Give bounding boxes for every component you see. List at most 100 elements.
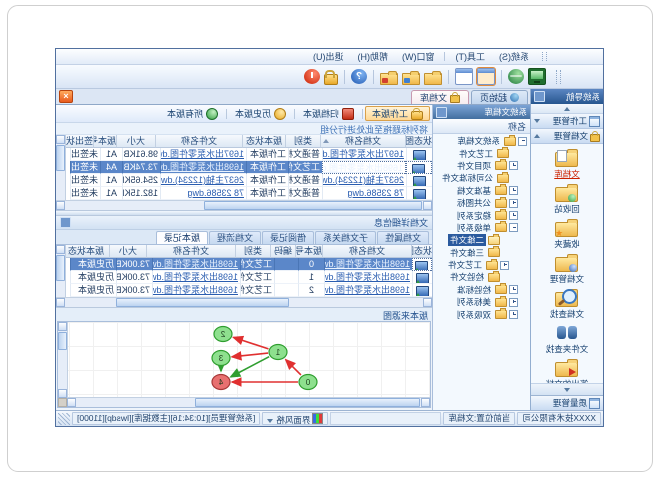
document-link[interactable]: 1698出水泵零件图.dwg xyxy=(324,259,410,269)
status-style-picker[interactable]: 界面风格 xyxy=(262,412,328,425)
table-row[interactable]: 1698出水泵零件图.dwg0工艺文件1698出水泵零件图.dwg73.00KB… xyxy=(65,258,432,271)
nav-item-文件夹查找[interactable]: 文件夹查找 xyxy=(531,323,603,355)
globe-icon[interactable] xyxy=(508,69,524,84)
expand-icon[interactable] xyxy=(509,298,518,307)
document-link[interactable]: 1698出水泵零件图.dwg xyxy=(322,163,403,173)
nav-item-文档管理[interactable]: 文档管理 xyxy=(531,253,603,285)
panel-pressed-icon[interactable] xyxy=(477,68,495,85)
filter-归档版本[interactable]: 归档版本 xyxy=(297,107,360,120)
column-header[interactable]: 文档名称 xyxy=(322,245,411,258)
version-node-4[interactable]: 4 xyxy=(212,375,230,390)
scroll-up-arrow[interactable] xyxy=(56,135,65,144)
menu-item[interactable]: 帮助(H) xyxy=(351,49,396,64)
expand-icon[interactable] xyxy=(500,261,509,270)
document-link[interactable]: 1698出水泵零件图.dwg xyxy=(160,162,244,172)
collapse-icon[interactable] xyxy=(518,137,527,146)
document-link[interactable]: 2637主轴(12234).dwg xyxy=(160,175,244,185)
tab-文档库[interactable]: 文档库 xyxy=(411,90,469,104)
tree-item[interactable]: 基准文档 xyxy=(433,185,530,197)
tab-close-button[interactable]: × xyxy=(59,90,73,103)
tree-item[interactable]: 公司标准文件 xyxy=(433,172,530,184)
collapse-icon[interactable] xyxy=(509,223,518,232)
horizontal-scrollbar[interactable] xyxy=(56,200,432,210)
folder-yellow-icon[interactable] xyxy=(424,73,442,85)
column-header[interactable]: 版本状态 xyxy=(62,245,109,258)
scroll-left-arrow[interactable] xyxy=(423,298,432,307)
pin-icon[interactable] xyxy=(534,91,545,102)
tab-文档属性[interactable]: 文档属性 xyxy=(377,231,429,244)
tree-item[interactable]: 稳定系列 xyxy=(433,209,530,221)
column-header[interactable]: 大小 xyxy=(109,245,146,258)
scroll-up-arrow[interactable] xyxy=(56,245,65,254)
scroll-thumb[interactable] xyxy=(56,145,65,171)
document-link[interactable]: 1698出水泵零件图.dwg xyxy=(152,285,238,295)
nav-item-文档查找[interactable]: 文档查找 xyxy=(531,288,603,320)
filter-历史版本[interactable]: 历史版本 xyxy=(229,107,292,120)
expand-icon[interactable] xyxy=(509,199,518,208)
expand-icon[interactable] xyxy=(509,211,518,220)
resize-corner[interactable] xyxy=(58,398,67,407)
graph-horizontal-scrollbar[interactable] xyxy=(67,397,430,407)
tab-借阅记录[interactable]: 借阅记录 xyxy=(262,231,314,244)
column-header[interactable]: 编码 xyxy=(270,245,295,258)
table-row[interactable]: 1698出水泵零件图.dwg1工艺文件1698出水泵零件图.dwg73.00KB… xyxy=(65,271,432,284)
tree-item[interactable]: 二维文件 xyxy=(433,234,530,246)
menu-item[interactable]: 工具(T) xyxy=(449,49,493,64)
menu-item[interactable]: 系统(S) xyxy=(492,49,536,64)
document-link[interactable]: 2637主轴(12234).dwg xyxy=(322,175,404,185)
folder-red-icon[interactable] xyxy=(380,73,398,85)
version-node-1[interactable]: 1 xyxy=(269,345,287,360)
tree-item[interactable]: 检验标准 xyxy=(433,284,530,296)
version-node-0[interactable]: 0 xyxy=(299,375,317,390)
nav-item-签出的文档[interactable]: 签出的文档 xyxy=(531,358,603,383)
table-row[interactable]: 78 23586.dwg普通文档工作版本78 23586.dwg182.15KB… xyxy=(65,187,432,200)
column-header[interactable]: 大小 xyxy=(116,135,155,148)
menu-item[interactable]: 退出(U) xyxy=(306,49,351,64)
document-link[interactable]: 1697出水泵零件图.dwg xyxy=(322,149,404,159)
folder-blue-icon[interactable] xyxy=(402,73,420,85)
column-header[interactable]: 状态图 xyxy=(411,245,432,258)
document-link[interactable]: 1698出水泵零件图.dwg xyxy=(324,285,410,295)
column-header[interactable]: 状态图 xyxy=(405,135,432,148)
column-header[interactable]: 签出状态 xyxy=(62,135,93,148)
table-row[interactable]: 1698出水泵零件图.dwg工艺文件工作版本1698出水泵零件图.dwg73.7… xyxy=(65,161,432,174)
scroll-left-arrow[interactable] xyxy=(423,201,432,210)
scroll-right-arrow[interactable] xyxy=(56,201,65,210)
table-row[interactable]: 1697出水泵零件图.dwg普通文档工作版本1697出水泵零件图.dwg98.6… xyxy=(65,148,432,161)
tree-item[interactable]: 双吸系列 xyxy=(433,308,530,320)
tree-item[interactable]: 公共图标 xyxy=(433,197,530,209)
tree-item[interactable]: 工艺文件 xyxy=(433,259,530,271)
lock-icon[interactable] xyxy=(324,74,338,85)
power-icon[interactable] xyxy=(304,69,320,84)
nav-collapse-strip[interactable] xyxy=(531,104,603,114)
column-header[interactable]: 文档名称 xyxy=(320,135,405,148)
tree-item[interactable]: 工艺文件 xyxy=(433,147,530,159)
expand-icon[interactable] xyxy=(509,186,518,195)
table-row[interactable]: 2637主轴(12234).dwg普通文档工作版本2637主轴(12234).d… xyxy=(65,174,432,187)
tree-item[interactable]: 系统文档库 xyxy=(433,135,530,147)
horizontal-scrollbar[interactable] xyxy=(56,297,432,307)
menu-item[interactable]: 窗口(W) xyxy=(395,49,442,64)
tab-起始页[interactable]: 起始页 xyxy=(471,90,528,104)
document-link[interactable]: 78 23586.dwg xyxy=(187,188,244,198)
nav-item-回收站[interactable]: 回收站 xyxy=(531,183,603,215)
expand-icon[interactable] xyxy=(509,310,518,319)
column-header[interactable]: 文件名称 xyxy=(155,135,242,148)
version-node-3[interactable]: 3 xyxy=(212,351,230,366)
tab-版本记录[interactable]: 版本记录 xyxy=(156,231,208,244)
vertical-scrollbar[interactable] xyxy=(56,135,66,210)
pin-icon[interactable] xyxy=(60,217,71,228)
version-graph-canvas[interactable]: 01 2 3 4 xyxy=(67,322,430,398)
tab-子文档关系[interactable]: 子文档关系 xyxy=(315,231,376,244)
pin-icon[interactable] xyxy=(436,107,447,118)
tree-item[interactable]: 检验文件 xyxy=(433,271,530,283)
scroll-thumb[interactable] xyxy=(204,201,422,210)
tree-item[interactable]: 三维文件 xyxy=(433,247,530,259)
help-icon[interactable]: ? xyxy=(351,69,367,84)
tree-item[interactable]: 项目文件 xyxy=(433,160,530,172)
version-node-2[interactable]: 2 xyxy=(214,327,232,342)
column-header[interactable]: 类别 xyxy=(235,245,270,258)
monitor-icon[interactable] xyxy=(528,68,546,85)
nav-item-文档库[interactable]: 文档库 xyxy=(531,148,603,180)
column-header[interactable]: 版本号 xyxy=(295,245,322,258)
